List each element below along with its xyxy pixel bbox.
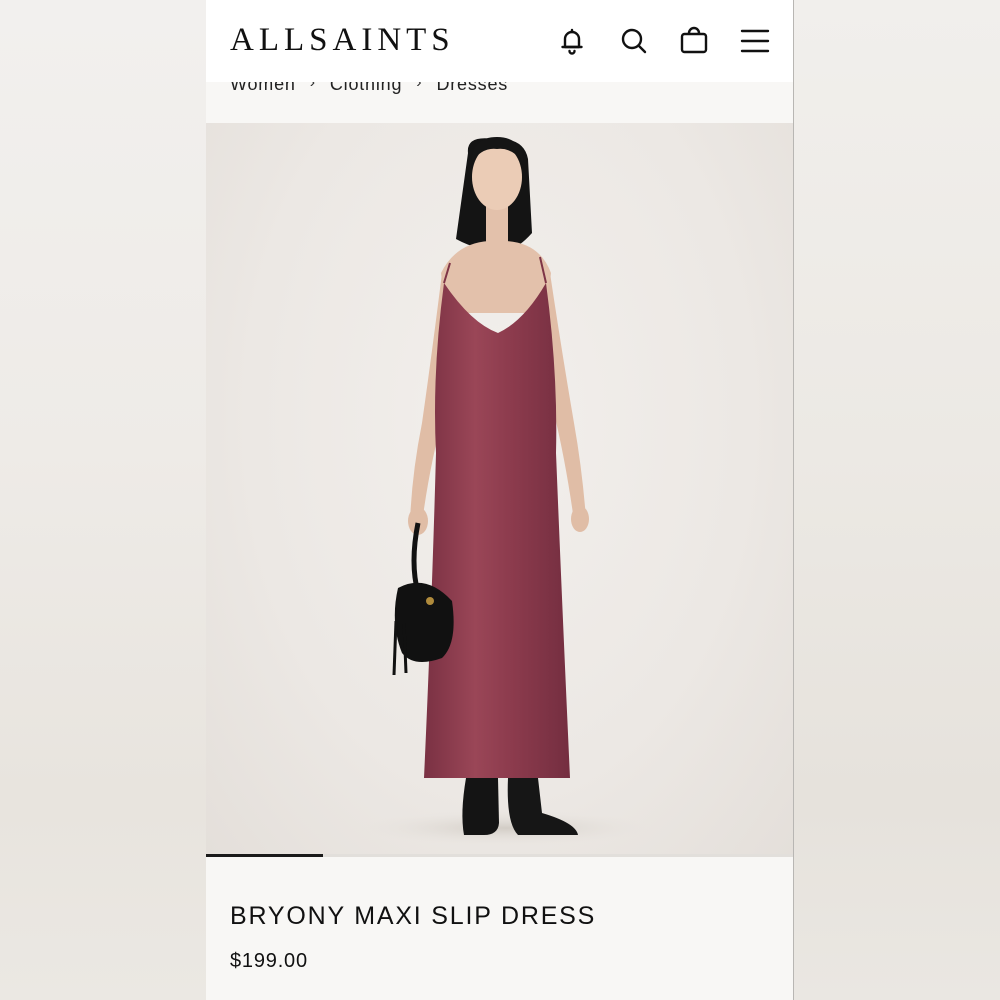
brand-logo[interactable]: ALLSAINTS	[230, 20, 455, 60]
menu-icon[interactable]	[738, 24, 772, 58]
product-title: BRYONY MAXI SLIP DRESS	[230, 902, 597, 930]
bag-icon[interactable]	[677, 24, 711, 58]
carousel-progress-track	[206, 854, 793, 857]
bell-icon[interactable]	[555, 24, 589, 58]
product-photo	[356, 137, 656, 846]
product-page: ALLSAINTS Women › Clothing › Dresses BRY…	[206, 0, 794, 1000]
site-header: ALLSAINTS	[206, 0, 793, 82]
backdrop-right	[794, 0, 1000, 1000]
product-price: $199.00	[230, 950, 308, 972]
product-image-carousel[interactable]	[206, 123, 793, 857]
search-icon[interactable]	[617, 24, 651, 58]
carousel-progress-bar	[206, 854, 324, 857]
backdrop-left	[0, 0, 206, 1000]
